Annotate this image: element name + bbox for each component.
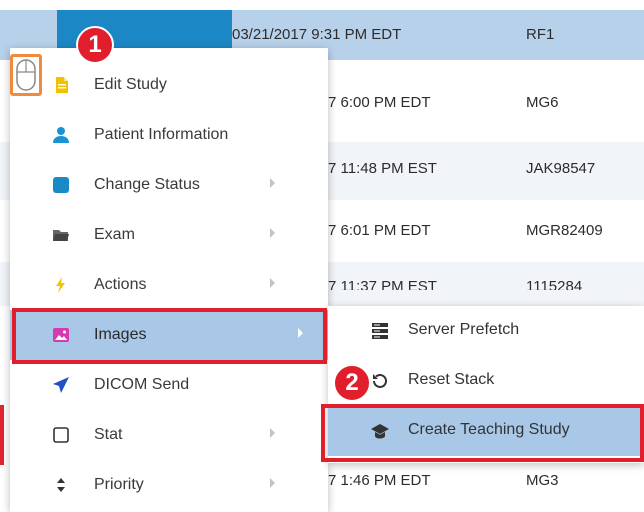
square-icon (53, 177, 69, 193)
menu-item-edit-study[interactable]: Edit Study (10, 60, 328, 110)
mouse-icon (16, 59, 36, 91)
menu-item-priority[interactable]: Priority (10, 460, 328, 510)
mouse-right-click-indicator (10, 54, 42, 96)
menu-item-patient-information[interactable]: Patient Information (10, 110, 328, 160)
row-id: MG3 (526, 472, 559, 489)
images-highlight-box (12, 308, 327, 364)
create-teaching-study-highlight-box (321, 404, 644, 462)
submenu-item-server-prefetch[interactable]: Server Prefetch (328, 306, 644, 356)
menu-item-exam[interactable]: Exam (10, 210, 328, 260)
row-datetime: 03/21/2017 9:31 PM EDT (232, 26, 402, 43)
menu-item-label: Priority (94, 476, 144, 493)
menu-item-label: Exam (94, 226, 135, 243)
row-id: 1115284 (526, 278, 583, 290)
submenu-item-label: Server Prefetch (408, 321, 520, 338)
step-badge-2: 2 (333, 364, 371, 402)
menu-item-label: Change Status (94, 176, 200, 193)
menu-item-actions[interactable]: Actions (10, 260, 328, 310)
folder-icon (53, 230, 69, 241)
menu-item-stat[interactable]: Stat (10, 410, 328, 460)
sort-icon (57, 478, 65, 492)
send-icon (53, 377, 69, 393)
lightning-icon (56, 277, 65, 293)
menu-item-change-status[interactable]: Change Status (10, 160, 328, 210)
row-datetime: 7 6:00 PM EDT (328, 94, 431, 111)
row-id: MG6 (526, 94, 559, 111)
menu-item-label: Stat (94, 426, 123, 443)
submenu-item-label: Reset Stack (408, 371, 495, 388)
document-icon (56, 77, 68, 93)
menu-item-label: Actions (94, 276, 147, 293)
chevron-right-icon (270, 478, 275, 488)
chevron-right-icon (270, 178, 275, 188)
menu-item-label: DICOM Send (94, 376, 190, 393)
context-menu: Edit Study Patient Information Change St… (10, 48, 328, 512)
person-icon (53, 127, 69, 143)
step-badge-1: 1 (76, 26, 114, 64)
reset-icon (373, 373, 387, 388)
row-id: JAK98547 (526, 160, 596, 177)
menu-item-label: Edit Study (94, 76, 167, 93)
row-id: RF1 (526, 26, 555, 43)
chevron-right-icon (270, 228, 275, 238)
row-datetime: 7 11:48 PM EST (328, 160, 437, 177)
menu-item-dicom-send[interactable]: DICOM Send (10, 360, 328, 410)
chevron-right-icon (270, 278, 275, 288)
submenu-item-reset-stack[interactable]: Reset Stack (328, 356, 644, 406)
checkbox-icon (53, 427, 69, 443)
menu-item-label: Patient Information (94, 126, 229, 143)
row-id: MGR82409 (526, 222, 603, 239)
row-datetime: 7 11:37 PM EST (328, 278, 437, 290)
server-icon (372, 323, 388, 339)
status-stripe (0, 405, 4, 465)
row-datetime: 7 6:01 PM EDT (328, 222, 431, 239)
chevron-right-icon (270, 428, 275, 438)
row-datetime: 7 1:46 PM EDT (328, 472, 431, 489)
